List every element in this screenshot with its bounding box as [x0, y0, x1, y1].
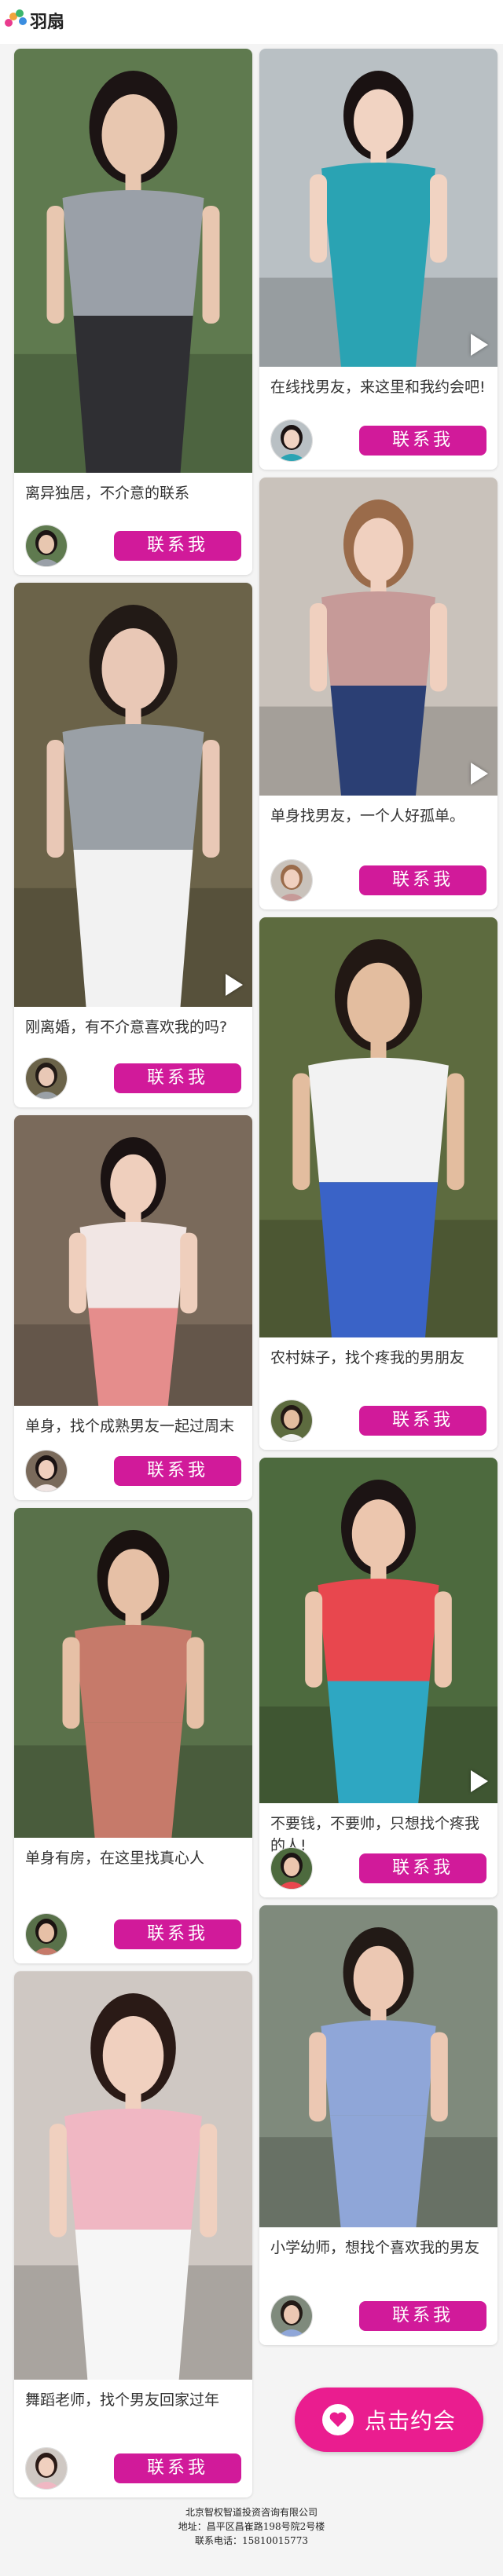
card-footer: 联系我: [270, 419, 486, 462]
profile-card[interactable]: 单身，找个成熟男友一起过周末 联系我: [14, 1115, 252, 1500]
profile-photo[interactable]: [259, 49, 497, 367]
profile-photo[interactable]: [14, 49, 252, 473]
card-footer: 联系我: [270, 1847, 486, 1890]
footer: 北京智权智道投资咨询有限公司 地址：昌平区昌崔路198号院2号楼 联系电话：15…: [0, 2505, 503, 2548]
profile-caption: 小学幼师，想找个喜欢我的男友: [270, 2239, 480, 2256]
profile-caption: 农村妹子，找个疼我的男朋友: [270, 1349, 465, 1367]
avatar[interactable]: [25, 525, 68, 567]
card-footer: 联系我: [270, 2295, 486, 2337]
play-icon[interactable]: [471, 1770, 488, 1792]
contact-button[interactable]: 联系我: [359, 1406, 486, 1436]
avatar[interactable]: [270, 1400, 313, 1442]
contact-button[interactable]: 联系我: [114, 2453, 241, 2483]
avatar[interactable]: [25, 1057, 68, 1100]
avatar[interactable]: [25, 1450, 68, 1492]
card-footer: 联系我: [25, 525, 241, 567]
play-icon[interactable]: [471, 763, 488, 785]
profile-photo[interactable]: [259, 1458, 497, 1803]
profile-photo[interactable]: [14, 1971, 252, 2380]
profile-photo[interactable]: [14, 1508, 252, 1838]
play-icon[interactable]: [471, 334, 488, 356]
avatar[interactable]: [25, 1913, 68, 1956]
contact-button[interactable]: 联系我: [359, 2301, 486, 2331]
avatar[interactable]: [270, 1847, 313, 1890]
profile-caption: 单身找男友，一个人好孤单。: [270, 807, 465, 825]
profile-caption: 单身，找个成熟男友一起过周末: [25, 1418, 235, 1435]
logo-text: 羽扇: [30, 13, 65, 32]
profile-photo[interactable]: [14, 1115, 252, 1406]
profile-card[interactable]: 刚离婚，有不介意喜欢我的吗? 联系我: [14, 583, 252, 1107]
card-footer: 联系我: [270, 859, 486, 902]
profile-photo[interactable]: [14, 583, 252, 1007]
avatar[interactable]: [270, 419, 313, 462]
contact-button[interactable]: 联系我: [359, 426, 486, 456]
profile-photo[interactable]: [259, 478, 497, 796]
card-footer: 联系我: [25, 1057, 241, 1100]
avatar[interactable]: [25, 2447, 68, 2490]
profile-photo[interactable]: [259, 1905, 497, 2227]
profile-caption: 舞蹈老师，找个男友回家过年: [25, 2391, 220, 2409]
avatar[interactable]: [270, 859, 313, 902]
profile-photo[interactable]: [259, 917, 497, 1337]
profile-card[interactable]: 离异独居，不介意的联系 联系我: [14, 49, 252, 575]
profile-caption: 刚离婚，有不介意喜欢我的吗?: [25, 1019, 228, 1036]
card-footer: 联系我: [25, 2447, 241, 2490]
contact-button[interactable]: 联系我: [114, 531, 241, 561]
avatar[interactable]: [270, 2295, 313, 2337]
contact-button[interactable]: 联系我: [114, 1919, 241, 1949]
contact-button[interactable]: 联系我: [114, 1063, 241, 1093]
profile-caption: 在线找男友，来这里和我约会吧!: [270, 379, 486, 396]
top-bar: 羽扇: [0, 0, 503, 44]
contact-button[interactable]: 联系我: [359, 865, 486, 895]
fan-logo-icon: [5, 9, 27, 31]
card-footer: 联系我: [25, 1913, 241, 1956]
cta-label: 点击约会: [364, 2408, 456, 2434]
profile-card[interactable]: 在线找男友，来这里和我约会吧! 联系我: [259, 49, 497, 470]
company-name: 北京智权智道投资咨询有限公司: [185, 2507, 318, 2518]
profile-card[interactable]: 舞蹈老师，找个男友回家过年 联系我: [14, 1971, 252, 2497]
profile-caption: 离异独居，不介意的联系: [25, 485, 190, 502]
profile-card[interactable]: 单身有房，在这里找真心人 联系我: [14, 1508, 252, 1963]
profile-card[interactable]: 单身找男友，一个人好孤单。 联系我: [259, 478, 497, 909]
play-icon[interactable]: [226, 974, 243, 996]
date-cta-button[interactable]: 点击约会: [295, 2388, 483, 2452]
profile-card[interactable]: 农村妹子，找个疼我的男朋友 联系我: [259, 917, 497, 1450]
card-footer: 联系我: [270, 1400, 486, 1442]
profile-caption: 单身有房，在这里找真心人: [25, 1850, 205, 1867]
contact-button[interactable]: 联系我: [114, 1456, 241, 1486]
company-address: 地址：昌平区昌崔路198号院2号楼: [178, 2521, 325, 2532]
company-phone: 联系电话：15810015773: [195, 2535, 308, 2546]
heart-icon: [321, 2404, 354, 2435]
card-footer: 联系我: [25, 1450, 241, 1492]
contact-button[interactable]: 联系我: [359, 1853, 486, 1883]
profile-card[interactable]: 不要钱，不要帅，只想找个疼我的人! 联系我: [259, 1458, 497, 1897]
logo[interactable]: 羽扇: [5, 8, 64, 33]
profile-card[interactable]: 小学幼师，想找个喜欢我的男友 联系我: [259, 1905, 497, 2345]
